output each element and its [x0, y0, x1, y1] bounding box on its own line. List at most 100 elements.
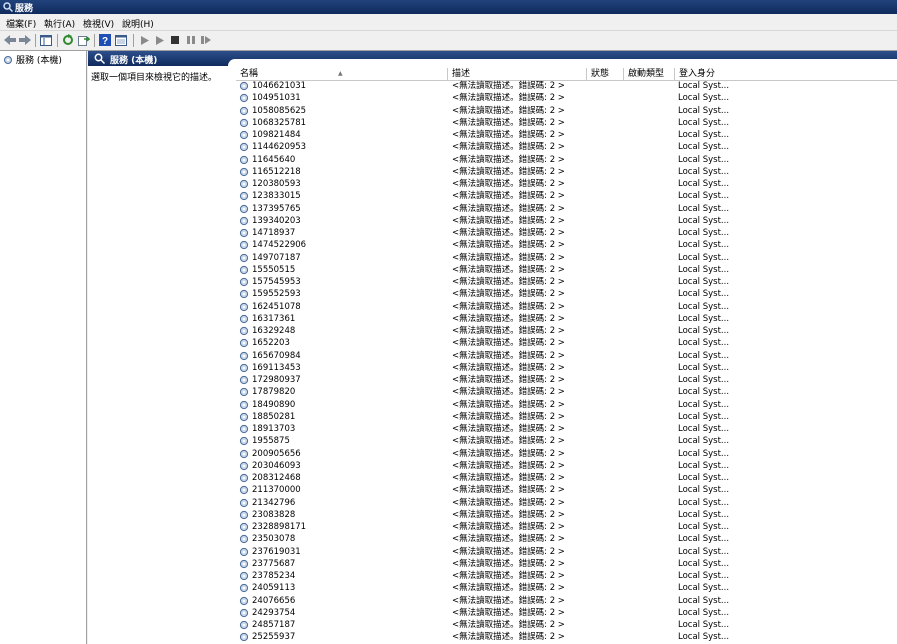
- table-row[interactable]: 24857187 <無法讀取描述。錯誤碼: 2 > Local Syst...: [236, 619, 897, 631]
- menu-file[interactable]: 檔案(F): [6, 17, 36, 30]
- table-row[interactable]: 1144620953 <無法讀取描述。錯誤碼: 2 > Local Syst...: [236, 141, 897, 153]
- service-description: <無法讀取描述。錯誤碼: 2 >: [452, 387, 565, 398]
- table-row[interactable]: 18913703 <無法讀取描述。錯誤碼: 2 > Local Syst...: [236, 423, 897, 435]
- table-row[interactable]: 237619031 <無法讀取描述。錯誤碼: 2 > Local Syst...: [236, 546, 897, 558]
- table-row[interactable]: 137395765 <無法讀取描述。錯誤碼: 2 > Local Syst...: [236, 203, 897, 215]
- service-gear-icon: [239, 449, 249, 458]
- pause-icon[interactable]: [184, 33, 198, 47]
- table-row[interactable]: 14718937 <無法讀取描述。錯誤碼: 2 > Local Syst...: [236, 227, 897, 239]
- table-row[interactable]: 17879820 <無法讀取描述。錯誤碼: 2 > Local Syst...: [236, 386, 897, 398]
- service-gear-icon: [239, 400, 249, 409]
- column-header-description[interactable]: 描述: [448, 68, 587, 80]
- service-name: 23775687: [252, 558, 296, 569]
- table-row[interactable]: 11645640 <無法讀取描述。錯誤碼: 2 > Local Syst...: [236, 154, 897, 166]
- table-row[interactable]: 24293754 <無法讀取描述。錯誤碼: 2 > Local Syst...: [236, 607, 897, 619]
- service-logon: Local Syst...: [678, 277, 730, 287]
- menu-view[interactable]: 檢視(V): [83, 17, 114, 30]
- service-name: 1652203: [252, 338, 290, 349]
- service-logon: Local Syst...: [678, 571, 730, 581]
- service-description: <無法讀取描述。錯誤碼: 2 >: [452, 252, 565, 263]
- table-row[interactable]: 1474522906 <無法讀取描述。錯誤碼: 2 > Local Syst...: [236, 239, 897, 251]
- service-gear-icon: [239, 522, 249, 532]
- properties-icon[interactable]: [114, 33, 128, 47]
- table-row[interactable]: 123833015 <無法讀取描述。錯誤碼: 2 > Local Syst...: [236, 190, 897, 202]
- table-row[interactable]: 162451078 <無法讀取描述。錯誤碼: 2 > Local Syst...: [236, 301, 897, 313]
- menu-action[interactable]: 執行(A): [44, 17, 75, 30]
- table-row[interactable]: 23083828 <無法讀取描述。錯誤碼: 2 > Local Syst...: [236, 509, 897, 521]
- start-icon[interactable]: [138, 33, 152, 47]
- service-logon: Local Syst...: [678, 473, 730, 483]
- service-name: 1068325781: [252, 117, 307, 128]
- table-row[interactable]: 1652203 <無法讀取描述。錯誤碼: 2 > Local Syst...: [236, 337, 897, 349]
- service-logon: Local Syst...: [678, 203, 730, 214]
- table-row[interactable]: 120380593 <無法讀取描述。錯誤碼: 2 > Local Syst...: [236, 178, 897, 190]
- service-description: <無法讀取描述。錯誤碼: 2 >: [452, 154, 565, 165]
- table-row[interactable]: 169113453 <無法讀取描述。錯誤碼: 2 > Local Syst...: [236, 362, 897, 374]
- table-row[interactable]: 172980937 <無法讀取描述。錯誤碼: 2 > Local Syst...: [236, 374, 897, 386]
- service-description: <無法讀取描述。錯誤碼: 2 >: [452, 326, 565, 336]
- service-description: <無法讀取描述。錯誤碼: 2 >: [452, 399, 565, 410]
- service-logon: Local Syst...: [678, 130, 730, 140]
- table-row[interactable]: 165670984 <無法讀取描述。錯誤碼: 2 > Local Syst...: [236, 350, 897, 362]
- table-row[interactable]: 159552593 <無法讀取描述。錯誤碼: 2 > Local Syst...: [236, 288, 897, 300]
- column-header-logon-as[interactable]: 登入身分: [675, 68, 897, 80]
- table-row[interactable]: 1058085625 <無法讀取描述。錯誤碼: 2 > Local Syst...: [236, 105, 897, 117]
- table-row[interactable]: 157545953 <無法讀取描述。錯誤碼: 2 > Local Syst...: [236, 276, 897, 288]
- table-row[interactable]: 16329248 <無法讀取描述。錯誤碼: 2 > Local Syst...: [236, 325, 897, 337]
- service-description: <無法讀取描述。錯誤碼: 2 >: [452, 277, 565, 287]
- service-gear-icon: [239, 179, 249, 189]
- table-row[interactable]: 21342796 <無法讀取描述。錯誤碼: 2 > Local Syst...: [236, 497, 897, 509]
- column-header-status[interactable]: 狀態: [587, 68, 624, 80]
- table-row[interactable]: 109821484 <無法讀取描述。錯誤碼: 2 > Local Syst...: [236, 129, 897, 141]
- table-row[interactable]: 149707187 <無法讀取描述。錯誤碼: 2 > Local Syst...: [236, 252, 897, 264]
- column-header-startup-type[interactable]: 啟動類型: [624, 68, 675, 80]
- table-row[interactable]: 200905656 <無法讀取描述。錯誤碼: 2 > Local Syst...: [236, 448, 897, 460]
- table-row[interactable]: 25255937 <無法讀取描述。錯誤碼: 2 > Local Syst...: [236, 631, 897, 643]
- service-name: 120380593: [252, 179, 301, 189]
- service-name: 1955875: [252, 436, 290, 447]
- service-name: 2328898171: [252, 522, 307, 532]
- service-name: 18850281: [252, 411, 296, 422]
- service-gear-icon: [239, 424, 249, 434]
- service-logon: Local Syst...: [678, 228, 730, 238]
- table-row[interactable]: 211370000 <無法讀取描述。錯誤碼: 2 > Local Syst...: [236, 484, 897, 496]
- table-row[interactable]: 116512218 <無法讀取描述。錯誤碼: 2 > Local Syst...: [236, 166, 897, 178]
- back-arrow-icon[interactable]: [3, 33, 17, 47]
- service-description: <無法讀取描述。錯誤碼: 2 >: [452, 497, 565, 508]
- service-description: <無法讀取描述。錯誤碼: 2 >: [452, 509, 565, 520]
- column-header-name[interactable]: 名稱 ▲: [236, 68, 448, 80]
- table-row[interactable]: 24076656 <無法讀取描述。錯誤碼: 2 > Local Syst...: [236, 595, 897, 607]
- table-row[interactable]: 203046093 <無法讀取描述。錯誤碼: 2 > Local Syst...: [236, 460, 897, 472]
- table-row[interactable]: 15550515 <無法讀取描述。錯誤碼: 2 > Local Syst...: [236, 264, 897, 276]
- tree-item-services-local[interactable]: 服務 (本機): [3, 53, 62, 66]
- stop-icon[interactable]: [168, 33, 182, 47]
- forward-arrow-icon[interactable]: [18, 33, 32, 47]
- help-icon[interactable]: ?: [98, 33, 112, 47]
- table-row[interactable]: 1955875 <無法讀取描述。錯誤碼: 2 > Local Syst...: [236, 435, 897, 447]
- menu-help[interactable]: 說明(H): [122, 17, 154, 30]
- service-name: 159552593: [252, 289, 301, 300]
- service-gear-icon: [239, 118, 249, 127]
- table-row[interactable]: 1068325781 <無法讀取描述。錯誤碼: 2 > Local Syst...: [236, 117, 897, 129]
- service-logon: Local Syst...: [678, 436, 730, 447]
- service-description: <無法讀取描述。錯誤碼: 2 >: [452, 142, 565, 153]
- table-row[interactable]: 16317361 <無法讀取描述。錯誤碼: 2 > Local Syst...: [236, 313, 897, 325]
- refresh-icon[interactable]: [61, 33, 75, 47]
- table-row[interactable]: 104951031 <無法讀取描述。錯誤碼: 2 > Local Syst...: [236, 92, 897, 104]
- export-icon[interactable]: [77, 33, 91, 47]
- service-logon: Local Syst...: [678, 460, 730, 471]
- table-row[interactable]: 23775687 <無法讀取描述。錯誤碼: 2 > Local Syst...: [236, 558, 897, 570]
- table-row[interactable]: 18490890 <無法讀取描述。錯誤碼: 2 > Local Syst...: [236, 399, 897, 411]
- table-row[interactable]: 208312468 <無法讀取描述。錯誤碼: 2 > Local Syst...: [236, 472, 897, 484]
- table-row[interactable]: 18850281 <無法讀取描述。錯誤碼: 2 > Local Syst...: [236, 411, 897, 423]
- start-alt-icon[interactable]: [153, 33, 167, 47]
- table-row[interactable]: 2328898171 <無法讀取描述。錯誤碼: 2 > Local Syst...: [236, 521, 897, 533]
- table-row[interactable]: 23785234 <無法讀取描述。錯誤碼: 2 > Local Syst...: [236, 570, 897, 582]
- table-row[interactable]: 23503078 <無法讀取描述。錯誤碼: 2 > Local Syst...: [236, 533, 897, 545]
- restart-icon[interactable]: [199, 33, 213, 47]
- table-row[interactable]: 1046621031 <無法讀取描述。錯誤碼: 2 > Local Syst...: [236, 80, 897, 92]
- service-name: 1058085625: [252, 105, 307, 116]
- table-row[interactable]: 139340203 <無法讀取描述。錯誤碼: 2 > Local Syst...: [236, 215, 897, 227]
- show-hide-tree-icon[interactable]: [39, 33, 53, 47]
- table-row[interactable]: 24059113 <無法讀取描述。錯誤碼: 2 > Local Syst...: [236, 582, 897, 594]
